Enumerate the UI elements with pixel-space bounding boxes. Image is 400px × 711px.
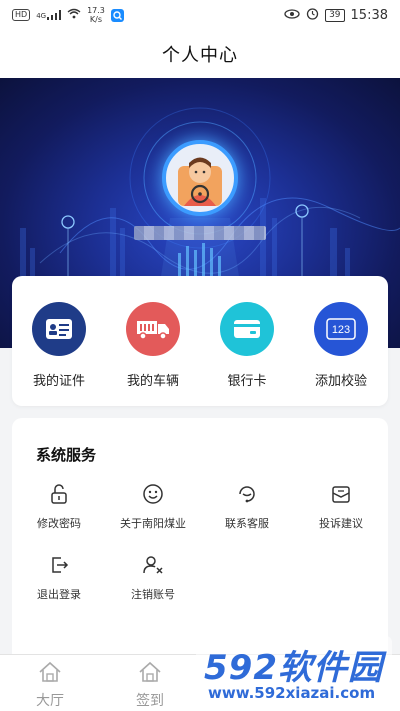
service-contact-support[interactable]: 联系客服 <box>200 482 294 531</box>
user-name-masked <box>134 226 266 240</box>
service-label: 投诉建议 <box>319 517 363 530</box>
service-label: 退出登录 <box>37 588 81 601</box>
nav-label: 大厅 <box>36 693 64 709</box>
speed-value: 17.3 <box>87 6 105 15</box>
status-left: HD 4G 17.3 K/s <box>12 6 124 24</box>
service-label: 关于南阳煤业 <box>120 517 186 530</box>
service-label: 注销账号 <box>131 588 175 601</box>
lock-icon <box>47 482 71 506</box>
truck-icon <box>126 302 180 356</box>
wifi-icon <box>67 8 81 22</box>
status-bar: HD 4G 17.3 K/s 39 15:38 <box>0 0 400 30</box>
hd-badge: HD <box>12 9 31 21</box>
service-delete-account[interactable]: 注销账号 <box>106 553 200 602</box>
status-right: 39 15:38 <box>284 7 388 23</box>
network-type: 4G <box>36 12 47 20</box>
services-grid: 修改密码 关于南阳煤业 联系客服 投诉建议 退出登录 注销账号 <box>12 482 388 602</box>
id-card-icon <box>32 302 86 356</box>
service-label: 联系客服 <box>225 517 269 530</box>
bank-card-icon <box>220 302 274 356</box>
quick-item-certificates[interactable]: 我的证件 <box>19 302 99 389</box>
svg-text:123: 123 <box>332 324 350 336</box>
alarm-icon <box>306 7 319 23</box>
quick-label: 添加校验 <box>314 374 367 389</box>
service-logout[interactable]: 退出登录 <box>12 553 106 602</box>
watermark-url: www.592xiazai.com <box>208 684 376 702</box>
logout-icon <box>47 553 71 577</box>
nav-label: 签到 <box>136 693 164 709</box>
app-notification-icon <box>110 8 124 22</box>
driver-avatar-icon <box>178 157 222 206</box>
battery-indicator: 39 <box>325 8 345 22</box>
net-speed: 17.3 K/s <box>87 6 105 24</box>
nav-item-checkin[interactable]: 签到 <box>100 655 200 711</box>
service-label: 修改密码 <box>37 517 81 530</box>
watermark: 592软件园 www.592xiazai.com <box>196 636 392 708</box>
service-about-company[interactable]: 关于南阳煤业 <box>106 482 200 531</box>
home-icon <box>137 660 163 688</box>
watermark-logo: 592软件园 <box>204 648 383 688</box>
nav-item-hall[interactable]: 大厅 <box>0 655 100 711</box>
page-title: 个人中心 <box>162 45 238 66</box>
quick-label: 银行卡 <box>227 374 267 389</box>
quick-item-add-verification[interactable]: 123 添加校验 <box>301 302 381 389</box>
quick-item-vehicles[interactable]: 我的车辆 <box>113 302 193 389</box>
quick-menu-card: 我的证件 我的车辆 银行卡 123 添加校验 <box>12 276 388 406</box>
verify-123-icon: 123 <box>314 302 368 356</box>
quick-label: 我的证件 <box>32 374 85 389</box>
eye-icon <box>284 8 300 22</box>
title-bar: 个人中心 <box>0 30 400 78</box>
speed-unit: K/s <box>89 15 103 24</box>
customer-service-icon <box>235 482 259 506</box>
feedback-icon <box>329 482 353 506</box>
avatar[interactable] <box>162 140 238 216</box>
service-change-password[interactable]: 修改密码 <box>12 482 106 531</box>
quick-item-bank-card[interactable]: 银行卡 <box>207 302 287 389</box>
delete-account-icon <box>141 553 165 577</box>
signal-icon: 4G <box>36 10 62 20</box>
service-feedback[interactable]: 投诉建议 <box>294 482 388 531</box>
clock: 15:38 <box>350 7 388 23</box>
quick-label: 我的车辆 <box>126 374 179 389</box>
services-title: 系统服务 <box>36 446 97 464</box>
system-services-card: 系统服务 修改密码 关于南阳煤业 联系客服 投诉建议 退出登录 注销账号 <box>12 418 388 663</box>
smile-icon <box>141 482 165 506</box>
home-icon <box>37 660 63 688</box>
